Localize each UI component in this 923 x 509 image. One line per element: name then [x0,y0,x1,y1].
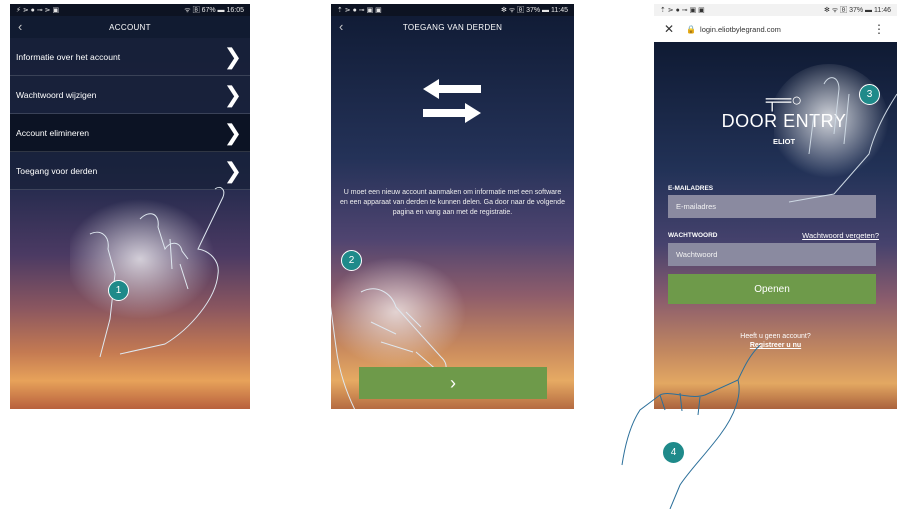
close-icon[interactable]: ✕ [664,22,674,36]
menu-item-label: Toegang voor derden [16,165,98,176]
step-badge-1: 1 [108,280,129,301]
menu-item-label: Informatie over het account [16,51,121,62]
page-title: ACCOUNT [109,22,151,32]
pointing-hand-icon [621,345,761,509]
step-badge-2: 2 [341,250,362,271]
lock-icon: 🔒 [686,24,697,34]
more-options-icon[interactable]: ⋮ [873,22,885,36]
status-bar: ⇡ ⋗ ● ⊸ ▣ ▣ ✻ ᯤ 🄱 37% ▬ 11:46 [654,4,897,16]
phone-screen-third-party: ⇡ ⋗ ● ⊸ ▣ ▣ ✻ ᯤ 🄱 37% ▬ 11:45 ‹ TOEGANG … [331,4,574,409]
back-arrow-icon[interactable]: ‹ [18,19,23,34]
app-header: ‹ TOEGANG VAN DERDEN [331,16,574,38]
exchange-arrows-icon [423,79,481,123]
status-icons-left: ⚡ ⋗ ● ⊸ ⋗ ▣ [16,7,60,14]
open-button[interactable]: Openen [668,274,876,304]
url-text[interactable]: login.eliotbylegrand.com [700,25,781,34]
password-field[interactable]: Wachtwoord [668,243,876,266]
status-bar: ⚡ ⋗ ● ⊸ ⋗ ▣ ᯤ 🄱 67% ▬ 16:05 [10,4,250,16]
status-bar: ⇡ ⋗ ● ⊸ ▣ ▣ ✻ ᯤ 🄱 37% ▬ 11:45 [331,4,574,16]
menu-item-delete-account[interactable]: Account elimineren ❯ [10,114,250,152]
menu-item-change-password[interactable]: Wachtwoord wijzigen ❯ [10,76,250,114]
no-account-text: Heeft u geen account? [740,333,811,340]
password-label: WACHTWOORD [668,232,718,239]
chevron-right-icon: ❯ [223,119,242,145]
phone-screen-account: ⚡ ⋗ ● ⊸ ⋗ ▣ ᯤ 🄱 67% ▬ 16:05 ‹ ACCOUNT In… [10,4,250,409]
page-title: TOEGANG VAN DERDEN [402,22,503,32]
info-text: U moet een nieuw account aanmaken om inf… [340,189,565,216]
menu-item-label: Wachtwoord wijzigen [16,89,97,100]
pointing-hand-icon [774,64,897,203]
status-icons-right: ✻ ᯤ 🄱 37% ▬ 11:45 [501,7,568,14]
pointing-hand-icon [70,186,225,358]
status-icons-right: ᯤ 🄱 67% ▬ 16:05 [184,7,244,14]
step-badge-4: 4 [663,442,684,463]
status-icons-left: ⇡ ⋗ ● ⊸ ▣ ▣ [337,7,382,14]
menu-item-label: Account elimineren [16,127,90,138]
next-button[interactable]: › [359,367,547,399]
step-badge-3: 3 [859,84,880,105]
chevron-right-icon: ❯ [223,81,242,107]
email-label: E-MAILADRES [668,185,714,192]
status-icons-left: ⇡ ⋗ ● ⊸ ▣ ▣ [660,7,705,14]
menu-item-account-info[interactable]: Informatie over het account ❯ [10,38,250,76]
back-arrow-icon[interactable]: ‹ [339,19,344,34]
status-icons-right: ✻ ᯤ 🄱 37% ▬ 11:46 [824,7,891,14]
browser-address-bar: ✕ 🔒 login.eliotbylegrand.com ⋮ [654,16,897,43]
forgot-password-link[interactable]: Wachtwoord vergeten? [802,231,879,240]
app-header: ‹ ACCOUNT [10,16,250,38]
chevron-right-icon: ❯ [223,43,242,69]
